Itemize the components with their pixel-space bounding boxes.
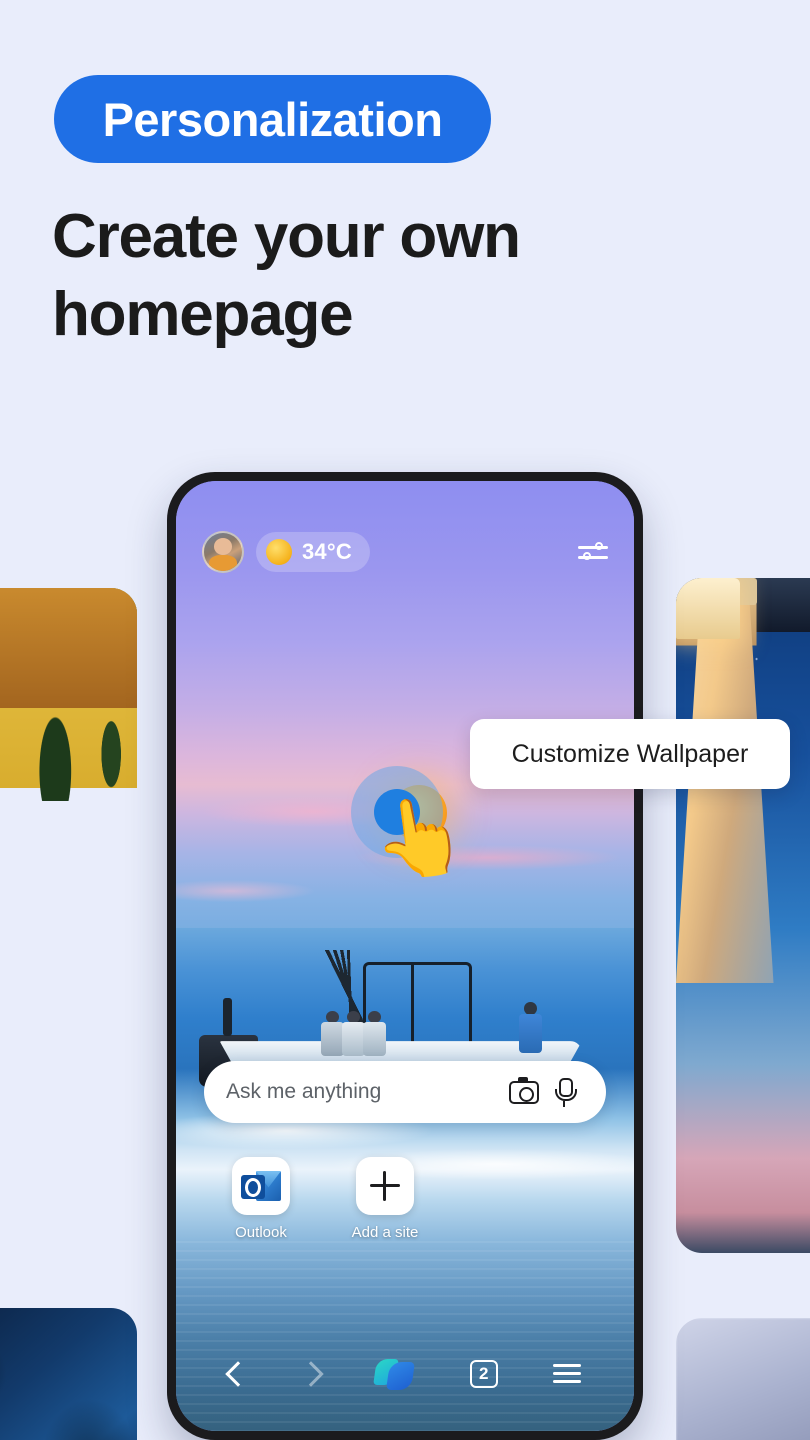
misty-background <box>676 1318 810 1440</box>
phone-mockup: 34°C 👆 Ask me anything Outlook Add a sit… <box>167 472 643 1440</box>
copilot-icon[interactable] <box>373 1357 415 1391</box>
boat-angler <box>341 1010 365 1057</box>
shortcut-outlook[interactable]: Outlook <box>218 1157 304 1241</box>
phone-screen: 34°C 👆 Ask me anything Outlook Add a sit… <box>176 481 634 1431</box>
boat-angler <box>320 1010 344 1057</box>
microphone-icon[interactable] <box>544 1072 584 1112</box>
wallpaper-card-autumn-mountain[interactable] <box>0 588 137 1253</box>
customize-wallpaper-tooltip[interactable]: Customize Wallpaper <box>470 719 790 789</box>
home-status-bar: 34°C <box>176 531 634 573</box>
search-bar[interactable]: Ask me anything <box>204 1061 606 1123</box>
avatar[interactable] <box>202 531 244 573</box>
temperature-label: 34°C <box>302 539 352 564</box>
bottom-navigation-bar: 2 <box>176 1343 634 1405</box>
wallpaper-card-lighthouse[interactable] <box>676 578 810 1253</box>
page-title: Create your own homepage <box>52 202 521 349</box>
wallpaper-card-misty-grey[interactable] <box>676 1318 810 1440</box>
badge-label: Personalization <box>102 92 443 146</box>
pointing-hand-icon: 👆 <box>366 789 473 888</box>
shortcut-list: Outlook Add a site <box>218 1157 428 1241</box>
sun-icon <box>266 539 292 565</box>
mountain-foreground <box>0 588 137 708</box>
shortcut-label: Outlook <box>235 1224 287 1241</box>
boat-angler <box>518 1001 542 1054</box>
shortcut-label: Add a site <box>351 1224 419 1241</box>
camera-icon[interactable] <box>504 1072 544 1112</box>
tooltip-label: Customize Wallpaper <box>511 739 749 768</box>
search-input[interactable]: Ask me anything <box>226 1080 504 1104</box>
shortcut-add-a-site[interactable]: Add a site <box>342 1157 428 1241</box>
coast-rocks <box>0 1308 137 1440</box>
weather-pill[interactable]: 34°C <box>256 532 370 572</box>
lighthouse-lamp <box>676 578 740 639</box>
personalization-badge: Personalization <box>54 75 491 163</box>
plus-icon <box>356 1157 414 1215</box>
wallpaper-card-dark-blue-coast[interactable] <box>0 1308 137 1440</box>
hamburger-menu-icon[interactable] <box>552 1364 581 1384</box>
boat-angler <box>362 1010 387 1057</box>
chevron-right-icon[interactable] <box>298 1361 324 1387</box>
tab-count-button[interactable]: 2 <box>469 1360 498 1388</box>
chevron-left-icon[interactable] <box>225 1361 252 1387</box>
sliders-icon[interactable] <box>578 539 608 565</box>
outlook-icon <box>232 1157 290 1215</box>
